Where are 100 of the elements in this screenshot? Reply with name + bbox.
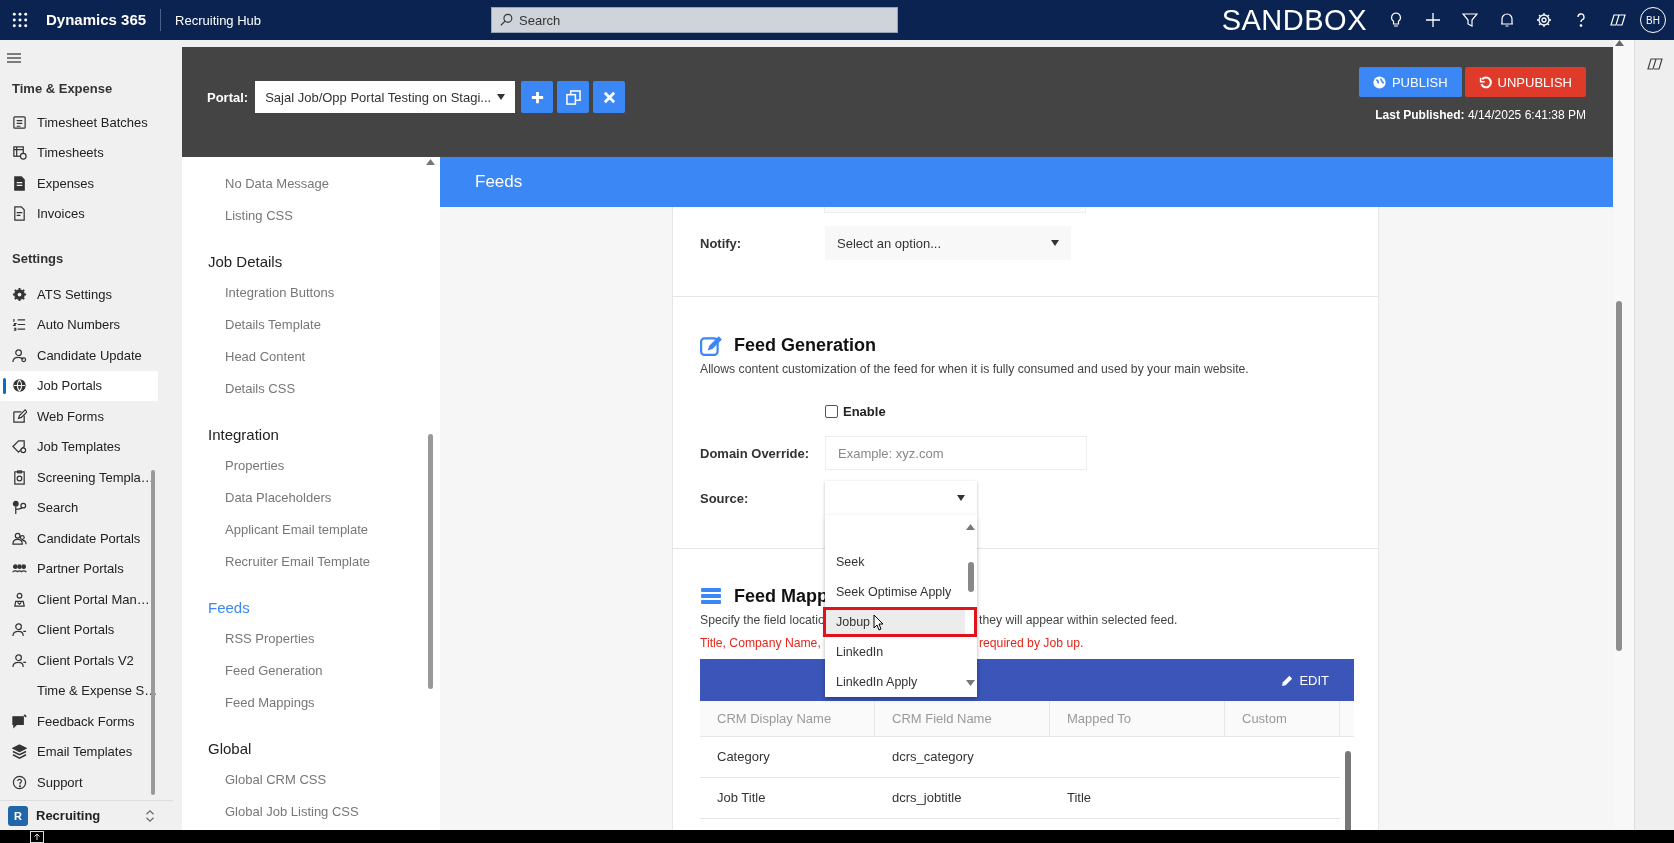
section-description: Allows content customization of the feed for when it is fully consumed and used by your main website.: [700, 361, 1250, 378]
scroll-up-icon: [426, 159, 435, 165]
settings-link[interactable]: Recruiter Email Template: [182, 546, 440, 578]
scrollbar-thumb[interactable]: [1616, 301, 1622, 651]
search-field[interactable]: Search: [491, 7, 899, 33]
portal-select[interactable]: Sajal Job/Opp Portal Testing on Stagi...: [255, 81, 516, 113]
app-launcher-icon: [12, 12, 28, 28]
portal-label: Portal:: [207, 89, 249, 105]
nav-item[interactable]: Invoices: [0, 198, 158, 229]
settings-section-heading[interactable]: Job Details: [182, 246, 440, 277]
globe-icon: [1372, 75, 1386, 89]
notify-select[interactable]: Select an option...: [825, 226, 1071, 260]
nav-item[interactable]: Timesheets: [0, 137, 158, 168]
area-name: Recruiting Hub: [174, 12, 263, 28]
settings-link[interactable]: Global Job Listing CSS: [182, 796, 440, 828]
settings-section-heading[interactable]: Integration: [182, 419, 440, 450]
field-label: Notify:: [700, 235, 743, 251]
settings-link[interactable]: Feed Generation: [182, 655, 440, 687]
tag-icon: [12, 439, 27, 455]
settings-icon: [12, 286, 27, 302]
copilot-icon[interactable]: [1646, 56, 1663, 72]
nav-item[interactable]: Client Portal Man…: [0, 584, 158, 615]
settings-link[interactable]: Properties: [182, 450, 440, 482]
settings-section-heading[interactable]: Feeds: [182, 592, 440, 623]
publish-button[interactable]: PUBLISH: [1358, 67, 1462, 97]
list-icon: [700, 585, 722, 607]
nav-group-heading: Time & Expense: [11, 80, 114, 98]
globe-icon: [12, 378, 27, 394]
table-cell-text: Job Title: [716, 789, 767, 807]
field-label: Source:: [700, 490, 750, 506]
nav-item[interactable]: Candidate Portals: [0, 523, 158, 554]
environment-label: SANDBOX: [1221, 3, 1367, 37]
nav-item[interactable]: Timesheet Batches: [0, 107, 158, 138]
cursor-icon: [873, 614, 884, 631]
edit-icon: [700, 334, 722, 356]
settings-link[interactable]: Details CSS: [182, 373, 440, 405]
upload-icon[interactable]: [30, 830, 44, 843]
nav-item[interactable]: Time & Expense S…: [0, 675, 158, 706]
delete-button[interactable]: [593, 81, 626, 113]
nav-item[interactable]: Web Forms: [0, 401, 158, 432]
nav-item[interactable]: Feedback Forms: [0, 706, 158, 737]
field-label: Domain Override:: [700, 445, 811, 461]
search-icon: [500, 13, 515, 27]
enable-checkbox[interactable]: [825, 404, 838, 418]
nav-item[interactable]: Expenses: [0, 168, 158, 199]
undo-icon: [1478, 75, 1492, 89]
settings-link[interactable]: Head Content: [182, 341, 440, 373]
domain-input[interactable]: Example: xyz.com: [825, 436, 1087, 470]
nav-item[interactable]: Partner Portals: [0, 553, 158, 584]
settings-link[interactable]: Global CRM CSS: [182, 764, 440, 796]
settings-link[interactable]: RSS Properties: [182, 623, 440, 655]
table-cell-text: dcrs_category: [891, 748, 975, 766]
settings-link[interactable]: Feed Mappings: [182, 687, 440, 719]
menu-icon: [6, 50, 22, 66]
section-heading: Feed Generation: [734, 334, 877, 356]
caret-icon: [957, 495, 965, 501]
settings-link[interactable]: Integration Buttons: [182, 277, 440, 309]
app-name: Dynamics 365: [46, 9, 162, 31]
flag-icon: [12, 713, 27, 729]
nav-group-heading: Settings: [11, 250, 65, 268]
copy-button[interactable]: [557, 81, 590, 113]
nav-item[interactable]: Auto Numbers: [0, 309, 158, 340]
dropdown-option[interactable]: LinkedIn Apply: [825, 667, 965, 697]
clipboard-icon: [12, 469, 27, 485]
section-description: they will appear within selected feed.: [979, 612, 1178, 629]
document-icon: [12, 175, 27, 191]
plus-icon: [529, 89, 545, 105]
settings-link[interactable]: No Data Message: [182, 168, 440, 200]
nav-item[interactable]: Search: [0, 492, 158, 523]
table-cell-text: dcrs_jobtitle: [891, 789, 963, 807]
page-title: Feeds: [440, 157, 1613, 207]
nav-item[interactable]: ATS Settings: [0, 279, 158, 310]
nav-item[interactable]: Client Portals: [0, 614, 158, 645]
nav-item[interactable]: Candidate Update: [0, 340, 158, 371]
nav-item[interactable]: Client Portals V2: [0, 645, 158, 676]
settings-link[interactable]: Data Placeholders: [182, 482, 440, 514]
people-icon: [12, 530, 27, 546]
numbered-list-icon: [12, 317, 27, 333]
nav-item[interactable]: Screening Templa…: [0, 462, 158, 493]
nav-item[interactable]: Job Portals: [0, 370, 158, 401]
list-icon: [12, 114, 27, 130]
nav-item[interactable]: Job Templates: [0, 431, 158, 462]
add-button[interactable]: [521, 81, 554, 113]
last-published-text: Last Published: 4/14/2025 6:41:38 PM: [1375, 108, 1586, 122]
scrollbar-thumb[interactable]: [968, 562, 974, 592]
nav-item[interactable]: Support: [0, 767, 158, 798]
settings-section-heading[interactable]: Global: [182, 733, 440, 764]
scrollbar-thumb[interactable]: [1345, 751, 1351, 830]
person-icon: [12, 652, 27, 668]
nav-item[interactable]: Email Templates: [0, 736, 158, 767]
settings-link[interactable]: Details Template: [182, 309, 440, 341]
copy-icon: [565, 89, 581, 105]
pencil-icon: [1281, 673, 1295, 687]
edit-button[interactable]: EDIT: [1275, 671, 1335, 689]
settings-link[interactable]: Listing CSS: [182, 200, 440, 232]
scrollbar-thumb[interactable]: [428, 434, 433, 689]
calendar-icon: [12, 145, 27, 161]
unpublish-button[interactable]: UNPUBLISH: [1464, 67, 1586, 97]
settings-link[interactable]: Applicant Email template: [182, 514, 440, 546]
required-note: Title, Company Name,: [700, 636, 821, 650]
